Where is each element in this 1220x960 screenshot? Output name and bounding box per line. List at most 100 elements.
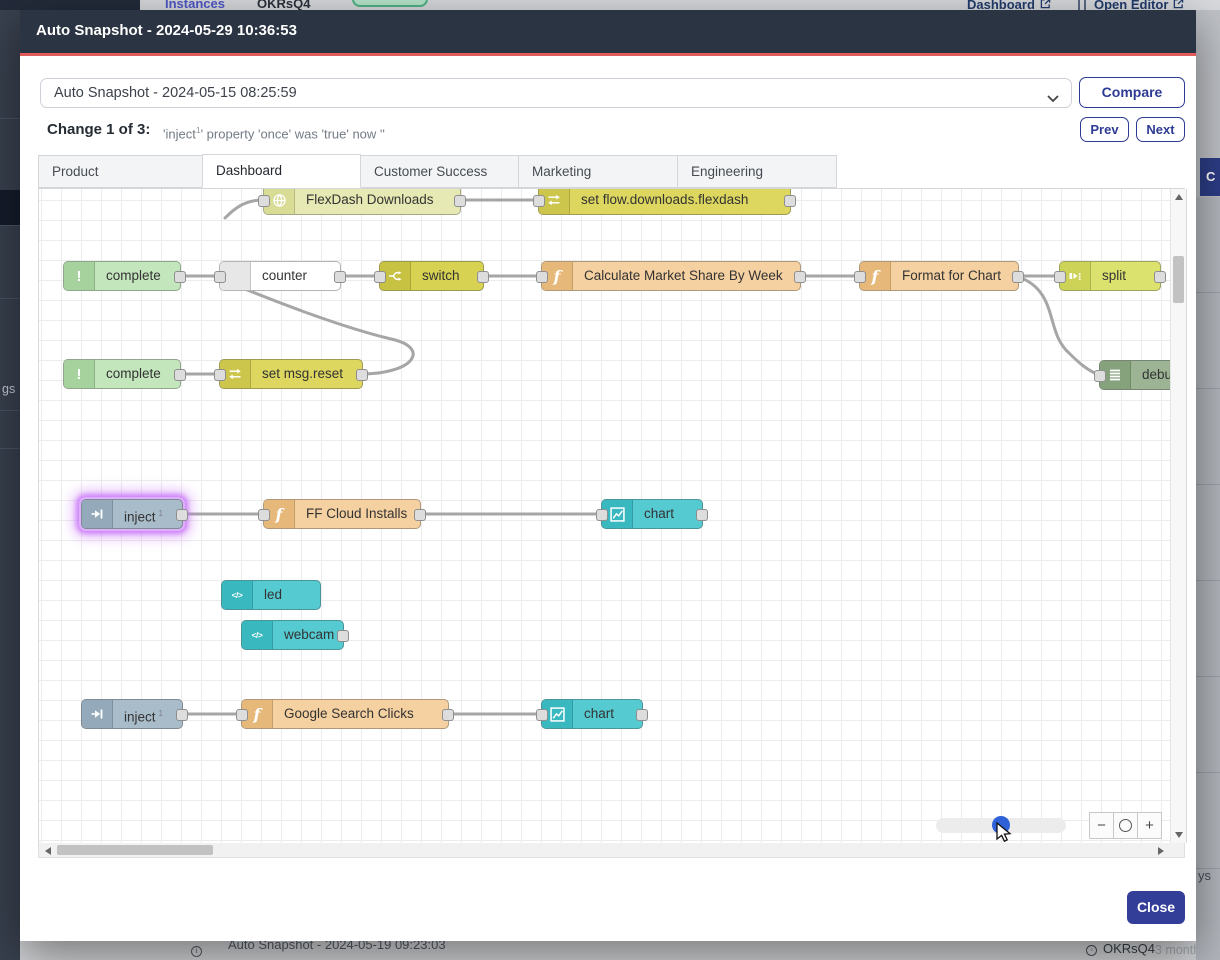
output-port [477,271,489,283]
node-label: set msg.reset [251,360,362,388]
app-root: Instances OKRsQ4 Dashboard Open Editor g… [0,0,1220,960]
tab-customer-success[interactable]: Customer Success [360,155,519,188]
node-label: led [253,581,320,609]
output-port [1154,271,1166,283]
node-chart-1[interactable]: chart [601,499,703,529]
snapshot-compare-dialog: Auto Snapshot - 2024-05-29 10:36:53 Auto… [20,10,1196,941]
node-led[interactable]: </>led [221,580,321,610]
wire-format-to-debug [1019,277,1099,375]
background-topbar-dark [0,0,140,10]
input-port [236,709,248,721]
tab-product[interactable]: Product [38,155,203,188]
background-table-rows [1196,197,1220,960]
node-flexdash-downloads[interactable]: FlexDash Downloads [263,189,461,215]
node-label: FlexDash Downloads [295,189,460,214]
flow-canvas[interactable]: FlexDash Downloads set flow.downloads.fle… [38,189,1187,843]
output-port [794,271,806,283]
zoom-in-button[interactable]: + [1138,813,1161,838]
output-port [454,195,466,207]
input-port [854,271,866,283]
background-button-fragment: C [1200,158,1220,196]
zoom-reset-button[interactable] [1114,813,1138,838]
tab-dashboard[interactable]: Dashboard [202,154,361,188]
node-label: complete [95,262,180,290]
input-port [258,509,270,521]
zoom-slider-thumb[interactable] [992,816,1010,834]
zoom-reset-icon [1119,819,1132,832]
breadcrumb-project: OKRsQ4 [257,0,310,10]
open-editor-link[interactable]: Open Editor [1094,0,1184,10]
node-inject-2[interactable]: inject1 [81,699,183,729]
input-port [258,195,270,207]
node-format-for-chart[interactable]: fFormat for Chart [859,261,1019,291]
node-label: inject1 [113,500,182,528]
dashboard-link-label: Dashboard [967,0,1035,10]
snapshot-select[interactable]: Auto Snapshot - 2024-05-15 08:25:59 [40,78,1072,108]
node-label: inject1 [113,700,182,728]
zoom-out-button[interactable]: − [1090,813,1114,838]
background-sidebar: gs [0,10,20,960]
node-complete-2[interactable]: !complete [63,359,181,389]
node-set-flow-downloads-flexdash[interactable]: set flow.downloads.flexdash [538,189,791,215]
prev-button[interactable]: Prev [1080,117,1129,142]
output-port [176,709,188,721]
background-topbar: Instances OKRsQ4 Dashboard Open Editor [0,0,1220,10]
output-port [356,369,368,381]
input-port [374,271,386,283]
exclamation-icon: ! [64,262,95,290]
horizontal-scrollbar[interactable] [38,843,1185,858]
output-port [784,195,796,207]
input-port [1054,271,1066,283]
scroll-up-arrow-icon[interactable] [1175,194,1183,200]
node-complete-1[interactable]: !complete [63,261,181,291]
compare-button[interactable]: Compare [1079,77,1185,108]
info-icon: i [191,946,202,957]
node-ff-cloud-installs[interactable]: fFF Cloud Installs [263,499,421,529]
output-port [334,271,346,283]
dashboard-link[interactable]: Dashboard [967,0,1051,10]
input-port [214,271,226,283]
input-port [536,271,548,283]
background-bottom-strip: i Auto Snapshot - 2024-05-19 09:23:03 ◦ … [20,941,1196,960]
node-label: webcam [273,621,343,649]
node-counter[interactable]: counter [219,261,341,291]
output-port [174,369,186,381]
scroll-down-arrow-icon[interactable] [1175,832,1183,838]
node-split[interactable]: split [1059,261,1161,291]
vertical-scrollbar-thumb[interactable] [1173,256,1184,303]
node-switch[interactable]: switch [379,261,484,291]
input-port [214,369,226,381]
change-counter-label: Change 1 of 3: [47,121,150,138]
output-port [696,509,708,521]
horizontal-scrollbar-thumb[interactable] [57,845,213,855]
output-port [337,630,349,642]
node-label: Calculate Market Share By Week [573,262,800,290]
scroll-right-arrow-icon[interactable] [1158,847,1164,855]
breadcrumb-instances[interactable]: Instances [165,0,225,10]
open-editor-link-label: Open Editor [1094,0,1168,10]
node-chart-2[interactable]: chart [541,699,643,729]
node-calculate-market-share[interactable]: fCalculate Market Share By Week [541,261,801,291]
scroll-left-arrow-icon[interactable] [45,847,51,855]
node-set-msg-reset[interactable]: set msg.reset [219,359,363,389]
node-webcam[interactable]: </>webcam [241,620,344,650]
close-button[interactable]: Close [1127,891,1185,924]
background-project-name: OKRsQ4 [1103,941,1155,956]
node-google-search-clicks[interactable]: fGoogle Search Clicks [241,699,449,729]
node-label: switch [411,262,483,290]
tab-engineering[interactable]: Engineering [677,155,837,188]
tab-marketing[interactable]: Marketing [518,155,678,188]
node-label: Google Search Clicks [273,700,448,728]
change-detail-pre: 'inject [163,126,196,141]
input-port [533,195,545,207]
node-inject-1[interactable]: inject1 [81,499,183,529]
sidebar-label-fragment: gs [2,382,15,396]
snapshot-select-value: Auto Snapshot - 2024-05-15 08:25:59 [54,85,297,101]
input-port [1094,370,1106,382]
next-button[interactable]: Next [1136,117,1185,142]
dialog-header: Auto Snapshot - 2024-05-29 10:36:53 [20,10,1196,56]
output-port [636,709,648,721]
background-text-fragment: ys [1198,868,1211,883]
vertical-scrollbar[interactable] [1170,189,1186,843]
change-detail-post: ' property 'once' was 'true' now '' [201,126,385,141]
